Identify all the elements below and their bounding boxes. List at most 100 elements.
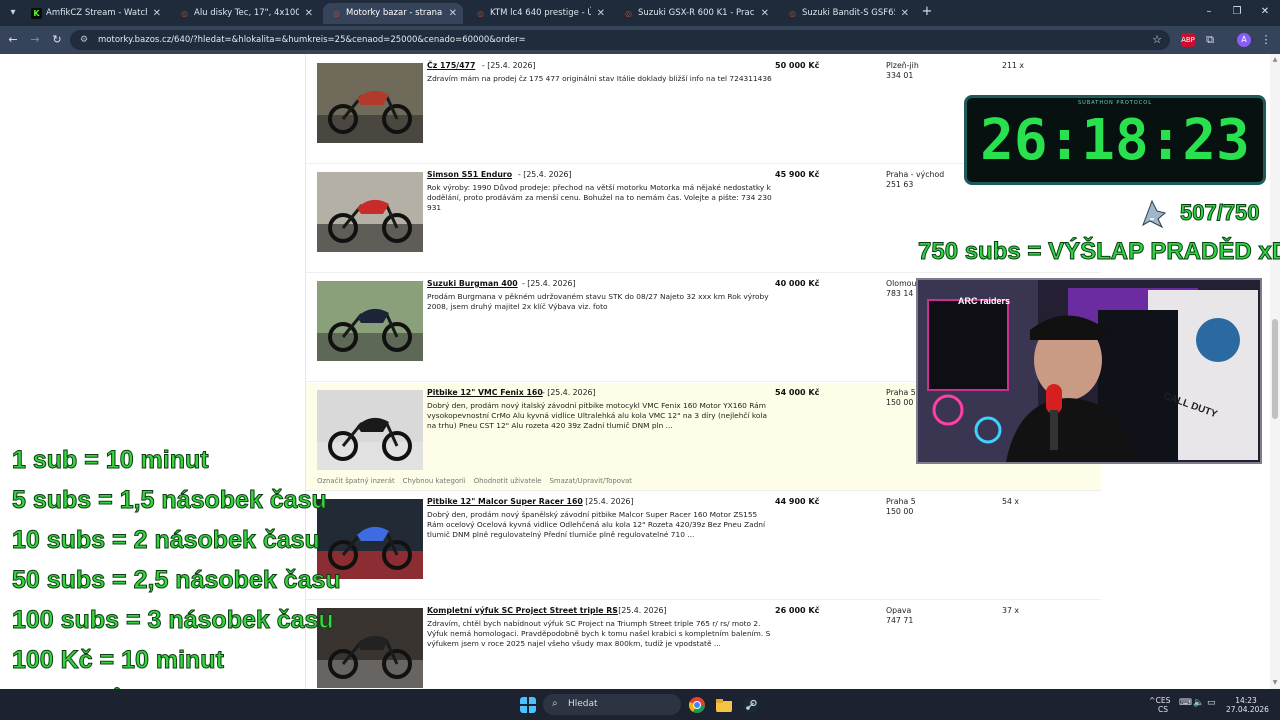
subathon-timer: 26:18:23 (980, 108, 1250, 173)
subathon-timer-panel: SUBATHON PROTOCOL 26:18:23 (964, 95, 1266, 185)
listing-location: Plzeň-jih 334 01 (886, 61, 919, 80)
browser-tab[interactable]: ◎ KTM lc4 640 prestige - Ústí nad ✕ (467, 3, 611, 24)
file-explorer-icon[interactable] (716, 697, 732, 713)
windows-start-icon[interactable] (520, 697, 536, 713)
chrome-menu-icon[interactable]: ⋮ (1259, 33, 1273, 47)
listing-action-link[interactable]: Chybnou kategorii (403, 477, 466, 485)
network-icon[interactable]: ⌨ (1179, 699, 1192, 708)
listing-locality: Plzeň-jih (886, 61, 919, 70)
listing-description: Dobrý den, prodám nový španělský závodní… (427, 510, 766, 539)
browser-tab[interactable]: ◎ Alu disky Tec, 17", 4x100,ET 42, ✕ (171, 3, 319, 24)
listing-views: 211 x (1002, 61, 1024, 70)
close-tab-icon[interactable]: ✕ (449, 3, 457, 24)
listing-postcode: 150 00 (886, 397, 914, 407)
browser-tab[interactable]: ◎ Suzuki GSX-R 600 K1 - Prachati ✕ (615, 3, 775, 24)
listing-price: 45 900 Kč (775, 170, 820, 179)
browser-tab-strip: ▾ K AmfikCZ Stream - Watch Live o ✕ ◎ Alu di… (0, 0, 1280, 26)
listing-views: 37 x (1002, 606, 1020, 615)
profile-avatar[interactable]: A (1237, 33, 1251, 47)
maximize-button[interactable]: ❐ (1230, 6, 1244, 18)
browser-tab[interactable]: ◎ Suzuki Bandit-S GSF650 - 1230 ✕ (779, 3, 915, 24)
listing-title-link[interactable]: Suzuki Burgman 400 (427, 279, 518, 288)
listing-location: Praha 5 150 00 (886, 497, 916, 516)
listing-price: 54 000 Kč (775, 388, 820, 397)
listing-action-link[interactable]: Ohodnotit uživatele (474, 477, 542, 485)
clock[interactable]: 14:23 27.04.2026 (1226, 696, 1269, 714)
close-window-button[interactable]: ✕ (1258, 6, 1272, 18)
battery-icon[interactable]: ▭ (1207, 699, 1216, 708)
bazos-icon: ◎ (181, 9, 188, 18)
minimize-button[interactable]: – (1202, 6, 1216, 18)
bazos-icon: ◎ (333, 9, 340, 18)
listing-title-link[interactable]: Pitbike 12" VMC Fenix 160 (427, 388, 543, 397)
close-tab-icon[interactable]: ✕ (153, 3, 161, 24)
subathon-rule: 1 sub = 10 minut (12, 446, 210, 475)
tab-search-chevron-icon[interactable]: ▾ (6, 6, 20, 20)
close-tab-icon[interactable]: ✕ (305, 3, 313, 24)
listing-separator (306, 599, 1101, 600)
browser-tab[interactable]: ◎ Motorky bazar - strana 33 | Baz ✕ (323, 3, 463, 24)
address-bar[interactable]: ⚙ motorky.bazos.cz/640/?hledat=&hlokalit… (70, 30, 1170, 50)
close-tab-icon[interactable]: ✕ (761, 3, 769, 24)
listing-date: - [25.4. 2026] (613, 606, 667, 615)
scroll-thumb[interactable] (1272, 319, 1278, 419)
listing-title-link[interactable]: Čz 175/477 (427, 61, 475, 70)
language-indicator[interactable]: CES CS (1154, 696, 1172, 714)
page-scrollbar[interactable]: ▲ ▼ (1270, 54, 1280, 689)
listing-action-link[interactable]: Smazat/Upravit/Topovat (550, 477, 633, 485)
tab-title: AmfikCZ Stream - Watch Live o (46, 8, 147, 18)
subathon-rule: 5 subs = 1,5 násobek času (12, 486, 328, 515)
listing-location: Praha - východ 251 63 (886, 170, 944, 189)
back-arrow-icon[interactable]: ← (6, 33, 20, 47)
listing-location: Opava 747 71 (886, 606, 913, 625)
forward-arrow-icon[interactable]: → (28, 33, 42, 47)
chrome-icon[interactable] (689, 697, 705, 713)
bazos-icon: ◎ (477, 9, 484, 18)
browser-toolbar: ← → ↻ ⚙ motorky.bazos.cz/640/?hledat=&hl… (0, 26, 1280, 54)
listing-date: - [25.4. 2026] (580, 497, 634, 506)
browser-tab[interactable]: K AmfikCZ Stream - Watch Live o ✕ (23, 3, 167, 24)
scroll-up-icon[interactable]: ▲ (1271, 56, 1279, 64)
subathon-rule: 10 subs = 2 násobek času (12, 526, 321, 555)
listing-locality: Praha 5 (886, 388, 916, 397)
clock-time: 14:23 (1235, 696, 1257, 705)
site-info-icon[interactable]: ⚙ (80, 34, 92, 46)
listing-thumbnail[interactable] (317, 63, 423, 143)
tab-title: Suzuki Bandit-S GSF650 - 1230 (802, 8, 895, 18)
listing-date: - [25.4. 2026] (522, 279, 576, 288)
search-placeholder: Hledat (568, 699, 598, 709)
steam-icon[interactable] (743, 697, 759, 713)
listing-title-link[interactable]: Pitbike 12" Malcor Super Racer 160 (427, 497, 583, 506)
taskbar-search[interactable]: ⌕ Hledat (543, 694, 681, 715)
listing-date: - [25.4. 2026] (482, 61, 536, 70)
listing-title-link[interactable]: Simson S51 Enduro (427, 170, 512, 179)
listing-description: Zdravím, chtěl bych nabídnout výfuk SC P… (427, 619, 771, 648)
listing-postcode: 251 63 (886, 179, 914, 189)
listing-thumbnail[interactable] (317, 281, 423, 361)
extensions-puzzle-icon[interactable]: ⧉ (1203, 33, 1217, 47)
bookmark-star-icon[interactable]: ☆ (1150, 33, 1164, 47)
listing-price: 40 000 Kč (775, 279, 820, 288)
scroll-down-icon[interactable]: ▼ (1271, 679, 1279, 687)
listing-price: 50 000 Kč (775, 61, 820, 70)
listing-price: 26 000 Kč (775, 606, 820, 615)
url-text[interactable]: motorky.bazos.cz/640/?hledat=&hlokalita=… (98, 30, 526, 50)
listing-description: Prodám Burgmana v pěkném udržovaném stav… (427, 292, 769, 311)
listing-locality: Opava (886, 606, 912, 615)
bazos-icon: ◎ (625, 9, 632, 18)
volume-icon[interactable]: 🔈 (1193, 699, 1204, 708)
listing-description: Rok výroby: 1990 Důvod prodeje: přechod … (427, 183, 772, 212)
subathon-rules: 1 sub = 10 minut 5 subs = 1,5 násobek čas… (12, 440, 342, 720)
listing-price: 44 900 Kč (775, 497, 820, 506)
close-tab-icon[interactable]: ✕ (901, 3, 909, 24)
close-tab-icon[interactable]: ✕ (597, 3, 605, 24)
subathon-rule: 50 subs = 2,5 násobek času (12, 566, 342, 595)
sub-count: 507/750 (1180, 200, 1261, 226)
reload-icon[interactable]: ↻ (50, 33, 64, 47)
adblock-extension-icon[interactable]: ABP (1181, 33, 1195, 47)
language-code: CES (1155, 696, 1171, 705)
listing-title-link[interactable]: Kompletní výfuk SC Project Street triple… (427, 606, 618, 615)
listing-thumbnail[interactable] (317, 172, 423, 252)
new-tab-button[interactable]: + (920, 4, 934, 20)
listing-description: Zdravím mám na prodej čz 175 477 originá… (427, 74, 772, 83)
